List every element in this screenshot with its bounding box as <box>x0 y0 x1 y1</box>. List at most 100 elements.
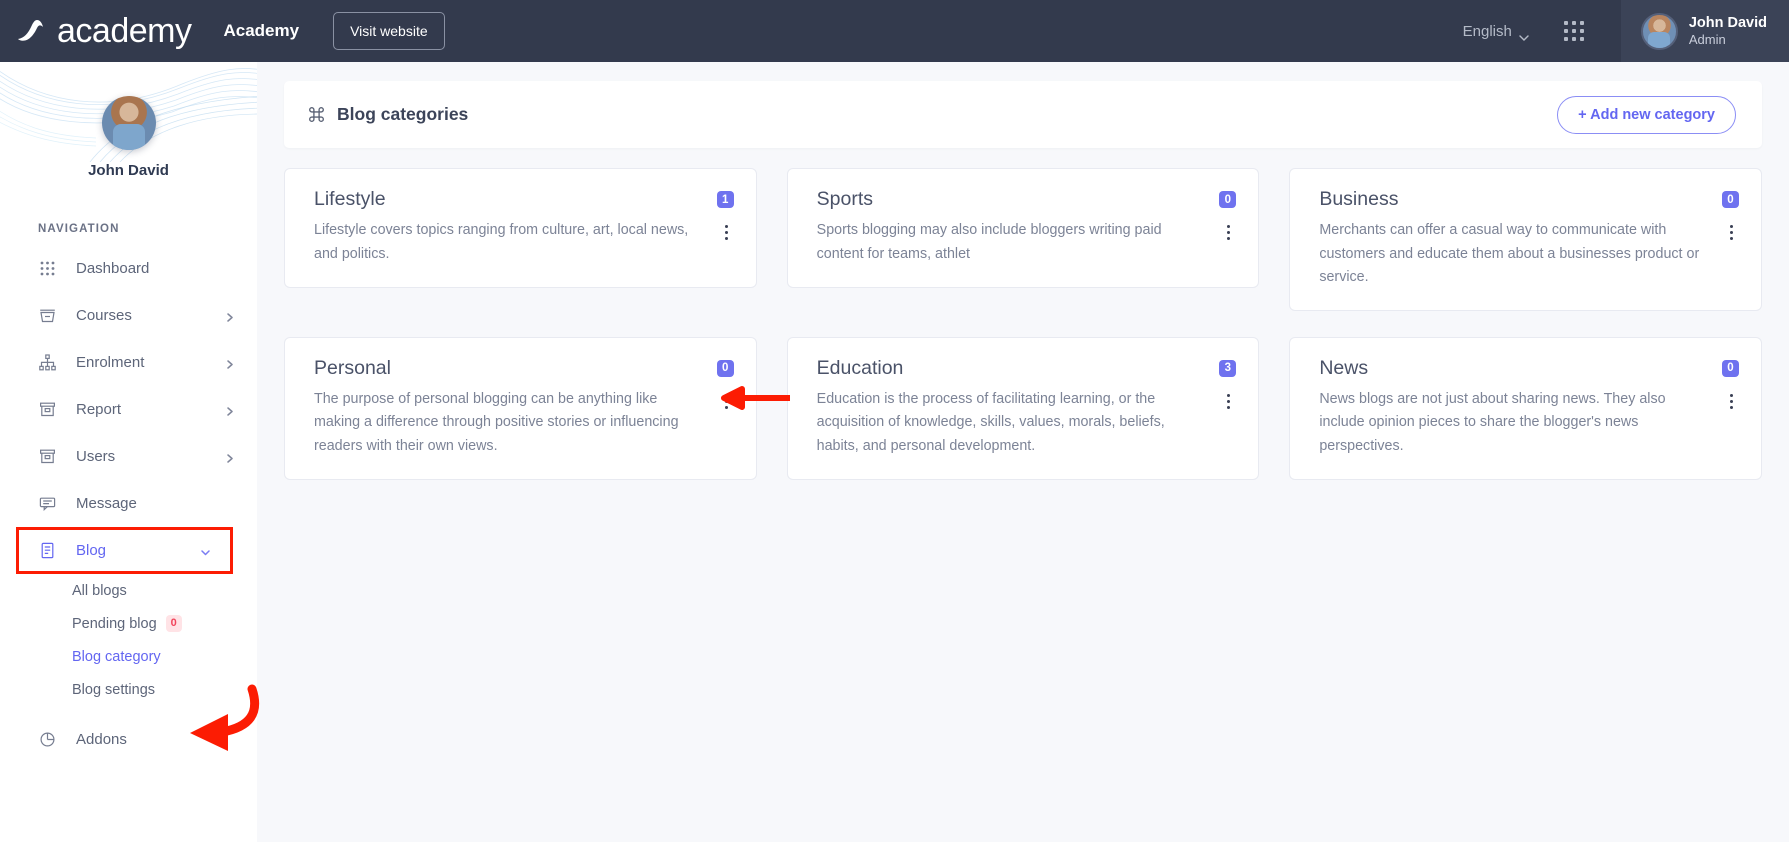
category-options-menu-icon[interactable] <box>719 225 734 240</box>
apps-grid-icon[interactable] <box>1563 20 1585 42</box>
chevron-down-icon <box>200 545 211 556</box>
brand-logo[interactable]: academy <box>14 14 191 48</box>
category-title: Lifestyle <box>314 188 386 210</box>
category-options-menu-icon[interactable] <box>1724 394 1739 409</box>
sidebar-item-label: Blog <box>76 542 200 559</box>
header-right-group: English John David Admin <box>1463 0 1789 62</box>
page-title-text: Blog categories <box>337 104 468 125</box>
chevron-right-icon <box>224 357 235 368</box>
category-title: Personal <box>314 357 391 379</box>
category-title: Business <box>1319 188 1398 210</box>
sidebar-profile: John David <box>0 62 257 179</box>
sidebar-subitem-blog-settings[interactable]: Blog settings <box>0 673 257 706</box>
category-card-body: News blogs are not just about sharing ne… <box>1319 388 1739 457</box>
category-card-body: The purpose of personal blogging can be … <box>314 388 734 457</box>
sidebar-item-label: Message <box>76 495 235 512</box>
category-card[interactable]: Personal 0 The purpose of personal blogg… <box>284 337 757 480</box>
category-card[interactable]: Sports 0 Sports blogging may also includ… <box>787 168 1260 288</box>
category-card-body: Merchants can offer a casual way to comm… <box>1319 219 1739 288</box>
grid-dots-icon <box>38 259 57 278</box>
category-card[interactable]: Lifestyle 1 Lifestyle covers topics rang… <box>284 168 757 288</box>
brand-name: Academy <box>223 21 299 41</box>
category-options-menu-icon[interactable] <box>719 394 734 409</box>
chat-bubble-icon <box>38 494 57 513</box>
page-header-panel: Blog categories + Add new category <box>284 81 1762 148</box>
sidebar-subitem-pending-blog[interactable]: Pending blog 0 <box>0 607 257 640</box>
sidebar-item-message[interactable]: Message <box>0 480 257 527</box>
sidebar-item-report[interactable]: Report <box>0 386 257 433</box>
sidebar-item-dashboard[interactable]: Dashboard <box>0 245 257 292</box>
sidebar-subitem-blog-category[interactable]: Blog category <box>0 640 257 673</box>
navigation-section-title: NAVIGATION <box>38 223 257 235</box>
user-meta: John David Admin <box>1689 14 1767 48</box>
category-description: Lifestyle covers topics ranging from cul… <box>314 219 719 265</box>
category-title: Sports <box>817 188 873 210</box>
language-label: English <box>1463 23 1512 40</box>
language-selector[interactable]: English <box>1463 23 1529 40</box>
sidebar-item-enrolment[interactable]: Enrolment <box>0 339 257 386</box>
sidebar-item-users[interactable]: Users <box>0 433 257 480</box>
sidebar-subitem-label: Blog category <box>72 649 161 665</box>
avatar <box>102 96 156 150</box>
academy-logo-icon <box>14 14 48 48</box>
category-card-header: News 0 <box>1319 357 1739 379</box>
sidebar-item-addons[interactable]: Addons <box>0 716 257 763</box>
sidebar-subitem-label: All blogs <box>72 583 127 599</box>
category-count-badge: 1 <box>717 191 734 208</box>
sidebar-item-courses[interactable]: Courses <box>0 292 257 339</box>
user-name: John David <box>1689 14 1767 32</box>
pending-blog-count-badge: 0 <box>166 615 182 632</box>
top-header-bar: academy Academy Visit website English Jo… <box>0 0 1789 62</box>
category-card-header: Personal 0 <box>314 357 734 379</box>
category-description: News blogs are not just about sharing ne… <box>1319 388 1724 457</box>
category-card-header: Business 0 <box>1319 188 1739 210</box>
category-card-header: Sports 0 <box>817 188 1237 210</box>
archive-icon <box>38 447 57 466</box>
sidebar-scroll-area[interactable]: John David NAVIGATION Dashboard <box>0 62 257 842</box>
sidebar-item-label: Addons <box>76 731 235 748</box>
category-title: News <box>1319 357 1368 379</box>
category-count-badge: 0 <box>1722 191 1739 208</box>
user-menu[interactable]: John David Admin <box>1621 0 1789 62</box>
sidebar-item-label: Report <box>76 401 224 418</box>
document-icon <box>38 541 57 560</box>
chevron-down-icon <box>1519 28 1529 34</box>
user-role: Admin <box>1689 32 1767 48</box>
chevron-right-icon <box>224 310 235 321</box>
sidebar-item-blog[interactable]: Blog <box>16 527 233 574</box>
sidebar-item-label: Users <box>76 448 224 465</box>
hierarchy-icon <box>38 353 57 372</box>
add-new-category-button[interactable]: + Add new category <box>1557 96 1736 134</box>
category-card[interactable]: Business 0 Merchants can offer a casual … <box>1289 168 1762 311</box>
sidebar-subitem-label: Blog settings <box>72 682 155 698</box>
chevron-right-icon <box>224 451 235 462</box>
category-card-body: Education is the process of facilitating… <box>817 388 1237 457</box>
category-options-menu-icon[interactable] <box>1221 394 1236 409</box>
category-card-body: Lifestyle covers topics ranging from cul… <box>314 219 734 265</box>
category-options-menu-icon[interactable] <box>1724 225 1739 240</box>
sidebar-subitem-all-blogs[interactable]: All blogs <box>0 574 257 607</box>
category-count-badge: 0 <box>1219 191 1236 208</box>
sidebar-item-label: Courses <box>76 307 224 324</box>
category-description: Sports blogging may also include blogger… <box>817 219 1222 265</box>
main-content: Blog categories + Add new category Lifes… <box>257 62 1789 842</box>
category-card-header: Education 3 <box>817 357 1237 379</box>
sidebar-item-label: Enrolment <box>76 354 224 371</box>
visit-website-button[interactable]: Visit website <box>333 12 445 50</box>
basket-icon <box>38 306 57 325</box>
category-card[interactable]: Education 3 Education is the process of … <box>787 337 1260 480</box>
sidebar: John David NAVIGATION Dashboard <box>0 62 257 842</box>
category-card-header: Lifestyle 1 <box>314 188 734 210</box>
chevron-right-icon <box>224 404 235 415</box>
sidebar-item-label: Dashboard <box>76 260 235 277</box>
category-count-badge: 0 <box>717 360 734 377</box>
category-options-menu-icon[interactable] <box>1221 225 1236 240</box>
logo-wordmark: academy <box>57 14 191 48</box>
category-title: Education <box>817 357 904 379</box>
category-description: Education is the process of facilitating… <box>817 388 1222 457</box>
avatar <box>1641 13 1678 50</box>
category-count-badge: 0 <box>1722 360 1739 377</box>
category-description: Merchants can offer a casual way to comm… <box>1319 219 1724 288</box>
command-icon <box>307 105 326 124</box>
category-card[interactable]: News 0 News blogs are not just about sha… <box>1289 337 1762 480</box>
